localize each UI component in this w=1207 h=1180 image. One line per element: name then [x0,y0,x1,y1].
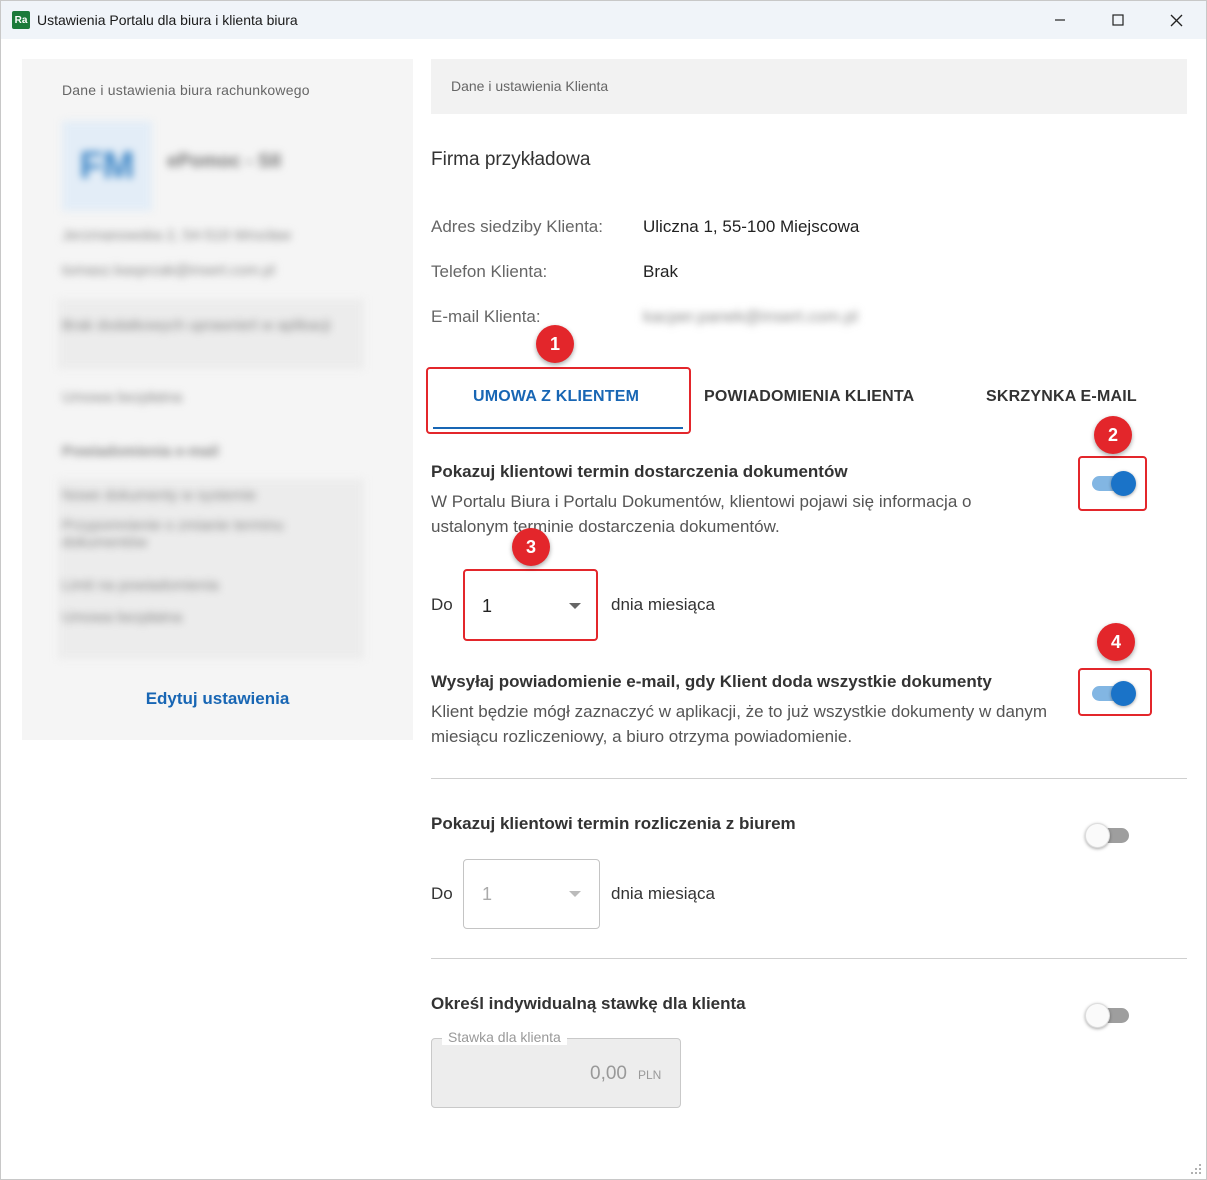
annotation-badge: 2 [1094,416,1132,454]
office-email: tomasz.kasprzak@insert.com.pl [62,262,275,279]
office-info-line: Umowa bezpłatna [62,389,183,406]
office-info-line: Nowe dokumenty w systemie [62,487,257,504]
client-phone-label: Telefon Klienta: [431,262,548,281]
edit-settings-link[interactable]: Edytuj ustawienia [22,689,413,709]
office-info-line: Powiadomienia e-mail [62,443,219,460]
maximize-button[interactable] [1089,1,1147,39]
client-phone-value: Brak [643,262,678,281]
annotation-highlight-toggle-1 [1078,456,1147,511]
settlement-day-suffix: dnia miesiąca [611,884,715,903]
close-button[interactable] [1147,1,1205,39]
toggle-thumb [1085,823,1110,848]
client-settings-header: Dane i ustawienia Klienta [431,59,1187,114]
office-info-line: Umowa bezpłatna [62,609,183,626]
office-info-line: Przypomnienie o zmianie terminu dokument… [62,517,284,551]
delivery-day-suffix: dnia miesiąca [611,595,715,614]
client-address-label: Adres siedziby Klienta: [431,217,603,236]
settings-window: Ra Ustawienia Portalu dla biura i klient… [0,0,1207,1180]
section-divider [431,958,1187,959]
minimize-button[interactable] [1031,1,1089,39]
all-documents-notification-description: Klient będzie mógł zaznaczyć w aplikacji… [431,702,1048,746]
office-settings-heading: Dane i ustawienia biura rachunkowego [62,82,310,98]
window-title: Ustawienia Portalu dla biura i klienta b… [37,12,298,28]
office-info-box [58,299,364,369]
client-address-value: Uliczna 1, 55-100 Miejscowa [643,217,860,236]
settlement-deadline-title: Pokazuj klientowi termin rozliczenia z b… [431,814,796,833]
annotation-highlight-select [463,569,598,641]
app-logo-icon: Ra [12,11,30,29]
office-info-line: Limit na powiadomienia [62,577,219,594]
annotation-badge: 1 [536,325,574,363]
office-avatar: FM [62,121,152,211]
section-divider [431,778,1187,779]
client-rate-currency: PLN [638,1068,662,1082]
individual-rate-toggle[interactable] [1085,1000,1133,1030]
annotation-highlight-tab [426,367,691,434]
office-settings-panel: Dane i ustawienia biura rachunkowego FM … [22,59,413,740]
minimize-icon [1055,19,1065,21]
settlement-day-prefix: Do [431,884,453,903]
annotation-badge: 3 [512,528,550,566]
delivery-deadline-title: Pokazuj klientowi termin dostarczenia do… [431,462,848,481]
tab-email-inbox[interactable]: SKRZYNKA E-MAIL [986,388,1137,406]
client-settings-heading: Dane i ustawienia Klienta [451,78,609,94]
client-email-value: kacper.panek@insert.com.pl [643,307,858,326]
tab-client-notifications[interactable]: POWIADOMIENIA KLIENTA [704,388,914,406]
toggle-thumb [1085,1003,1110,1028]
client-company-name: Firma przykładowa [431,149,591,170]
all-documents-notification-title: Wysyłaj powiadomienie e-mail, gdy Klient… [431,672,992,691]
office-info-box [58,479,364,659]
annotation-highlight-toggle-2 [1078,668,1152,716]
chevron-down-icon [569,891,581,897]
client-rate-value: 0,00 [590,1063,627,1084]
office-address: Jerzmanowska 2, 54-519 Wrocław [62,227,291,244]
client-email-label: E-mail Klienta: [431,307,541,326]
individual-rate-title: Określ indywidualną stawkę dla klienta [431,994,746,1013]
annotation-badge: 4 [1097,623,1135,661]
delivery-day-prefix: Do [431,595,453,614]
office-name: ePomoc - SII [167,151,282,172]
resize-grip-icon[interactable] [1190,1163,1202,1175]
close-icon [1170,14,1182,26]
settlement-day-value: 1 [482,884,493,904]
settlement-deadline-toggle[interactable] [1085,820,1133,850]
settlement-day-select[interactable]: 1 [463,859,600,929]
office-info-line: Brak dodatkowych uprawnień w aplikacji [62,317,331,334]
title-bar: Ra Ustawienia Portalu dla biura i klient… [1,1,1206,39]
client-rate-label: Stawka dla klienta [442,1029,567,1045]
maximize-icon [1112,14,1124,26]
